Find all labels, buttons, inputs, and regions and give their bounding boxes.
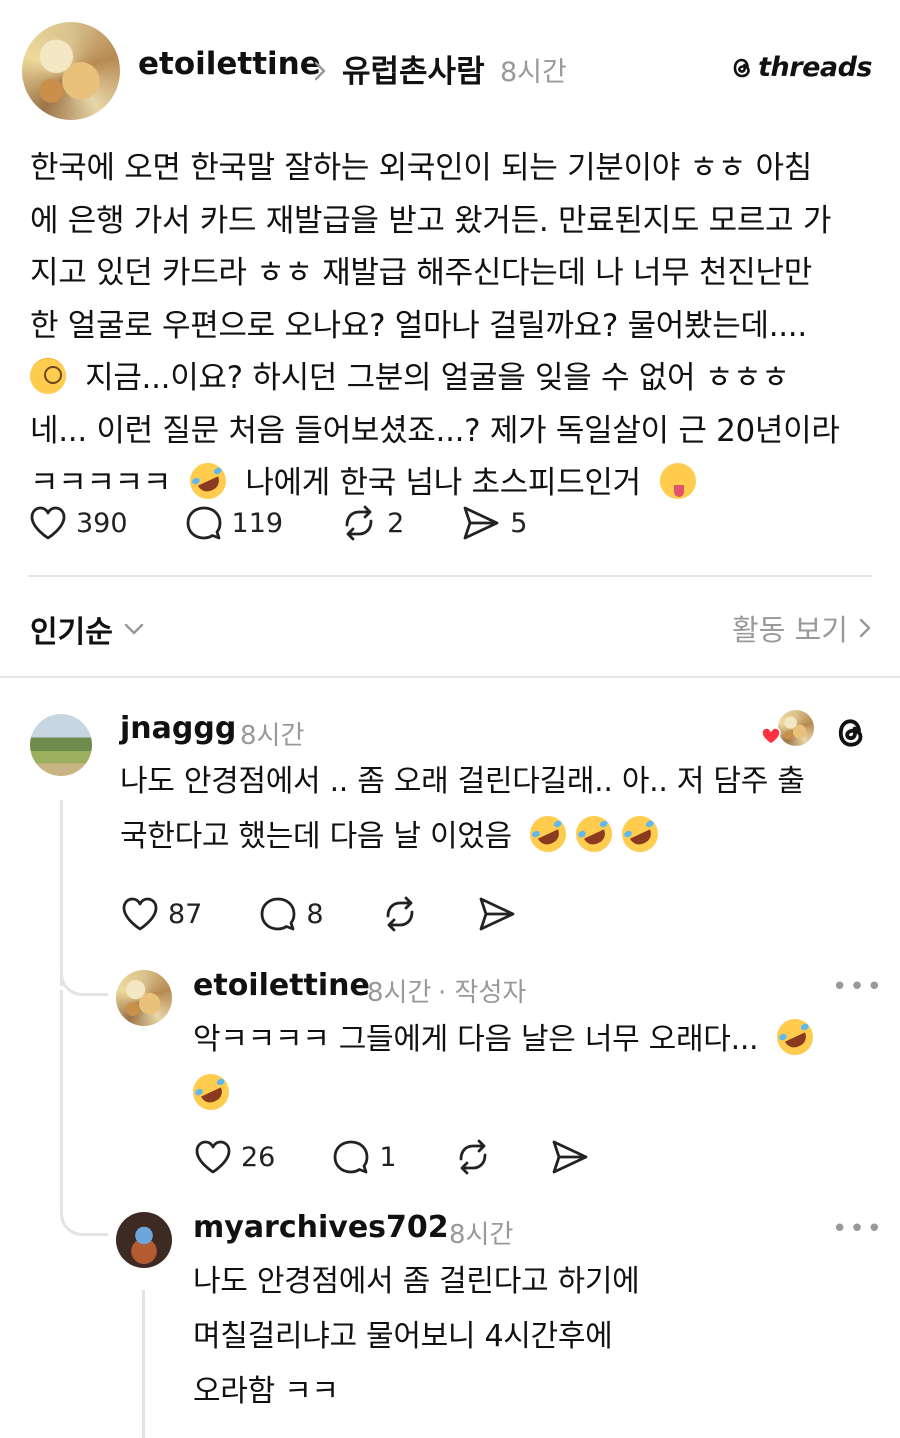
thread-curve <box>60 1200 108 1236</box>
like-count: 390 <box>76 507 128 539</box>
comment-time: 8시간 <box>449 1220 514 1250</box>
repost-button[interactable] <box>380 894 420 934</box>
comment-avatar[interactable] <box>116 970 172 1026</box>
monocle-face-emoji-icon <box>30 358 66 394</box>
comment-line-with-emoji: 국한다고 했는데 다음 날 이었음 <box>120 809 880 864</box>
rofl-emoji-icon <box>524 810 573 858</box>
post-time: 8시간 <box>500 57 567 88</box>
post-body: 한국에 오면 한국말 잘하는 외국인이 되는 기분이야 ㅎㅎ 아침 에 은행 가… <box>30 142 880 510</box>
chevron-right-icon <box>859 618 871 638</box>
divider <box>0 676 900 678</box>
send-icon <box>552 1140 587 1174</box>
comment-line-with-emoji: 악ㅋㅋㅋㅋ 그들에게 다음 날은 너무 오래다... <box>193 1012 873 1067</box>
comment-line: 나도 안경점에서 .. 좀 오래 걸린다길래.. 아.. 저 담주 출 <box>120 764 805 799</box>
comment-author[interactable]: jnaggg <box>120 711 236 746</box>
comment-button[interactable]: 8 <box>258 894 324 934</box>
heart-filled-icon <box>761 727 781 745</box>
threads-logo[interactable]: threads <box>730 52 872 83</box>
sort-dropdown[interactable]: 인기순 <box>30 607 145 651</box>
send-icon <box>463 506 499 540</box>
heart-icon <box>195 1140 231 1174</box>
comment-icon <box>186 506 221 540</box>
like-button[interactable]: 26 <box>193 1138 275 1176</box>
comment-avatar[interactable] <box>30 714 92 776</box>
comment-count: 8 <box>306 898 324 930</box>
threads-icon <box>733 58 750 77</box>
rofl-emoji-icon <box>570 810 619 858</box>
chevron-right-icon <box>314 61 326 81</box>
thread-curve <box>60 960 108 996</box>
heart-icon <box>122 897 158 931</box>
comment-line: 오라함 ㅋㅋ <box>193 1374 339 1409</box>
post-line: 네... 이런 질문 처음 들어보셨죠...? 제가 독일살이 근 20년이라 <box>30 412 840 449</box>
zany-face-emoji-icon <box>659 463 696 499</box>
like-count: 87 <box>168 898 203 930</box>
comment-count: 1 <box>379 1141 397 1173</box>
share-button[interactable]: 5 <box>460 503 527 543</box>
comment-actions: 87 8 <box>120 894 518 934</box>
sort-label: 인기순 <box>30 615 113 650</box>
reply-to-name[interactable]: 유럽촌사람 <box>342 46 485 91</box>
comment-actions: 26 1 <box>193 1137 591 1177</box>
post-line-with-emoji: ㅋㅋㅋㅋㅋ 나에게 한국 넘나 초스피드인거 <box>30 457 880 510</box>
share-button[interactable] <box>476 894 518 934</box>
comment-line: 나도 안경점에서 좀 걸린다고 하기에 <box>193 1264 640 1299</box>
comment-body: 나도 안경점에서 좀 걸린다고 하기에 며칠걸리냐고 물어보니 4시간후에 오라… <box>193 1254 873 1419</box>
author-mini-avatar <box>778 710 814 746</box>
more-options-icon[interactable]: ••• <box>832 1214 884 1244</box>
thread-line <box>142 1290 145 1438</box>
repost-icon <box>345 505 373 541</box>
author-name[interactable]: etoilettine <box>138 46 321 82</box>
like-button[interactable]: 390 <box>28 504 128 542</box>
share-button[interactable] <box>549 1137 591 1177</box>
comment-body: 나도 안경점에서 .. 좀 오래 걸린다길래.. 아.. 저 담주 출 국한다고… <box>120 754 880 864</box>
comment-button[interactable]: 1 <box>331 1137 397 1177</box>
post-line-with-emoji: 지금...이요? 하시던 그분의 얼굴을 잊을 수 없어 ㅎㅎㅎ <box>30 352 880 405</box>
more-options-icon[interactable]: ••• <box>832 972 884 1002</box>
post-line: 한 얼굴로 우편으로 오나요? 얼마나 걸릴까요? 물어봤는데.... <box>30 307 807 344</box>
comment-icon <box>333 1140 369 1174</box>
post-actions: 390 119 2 5 <box>28 503 527 543</box>
comment-time: 8시간 <box>367 978 432 1008</box>
repost-count: 2 <box>387 507 405 539</box>
post-line: 에 은행 가서 카드 재발급을 받고 왔거든. 만료된지도 모르고 가 <box>30 202 832 239</box>
comment-count: 119 <box>231 507 284 539</box>
divider <box>28 575 872 577</box>
chevron-down-icon <box>124 623 144 635</box>
comment-avatar[interactable] <box>116 1212 172 1268</box>
send-icon <box>479 897 514 931</box>
heart-icon <box>30 506 66 540</box>
like-count: 26 <box>241 1141 276 1173</box>
comment-button[interactable]: 119 <box>184 503 284 543</box>
liked-by-author-badge <box>760 710 816 750</box>
comment-line: 며칠걸리냐고 물어보니 4시간후에 <box>193 1319 613 1354</box>
post-line: 한국에 오면 한국말 잘하는 외국인이 되는 기분이야 ㅎㅎ 아침 <box>30 150 812 186</box>
rofl-emoji-icon <box>616 810 665 858</box>
rofl-emoji-icon <box>187 1068 235 1116</box>
activity-label: 활동 보기 <box>732 613 848 647</box>
thread-line <box>60 800 63 986</box>
comment-author[interactable]: etoilettine <box>193 968 370 1003</box>
view-activity-link[interactable]: 활동 보기 <box>732 607 872 649</box>
repost-icon <box>386 896 413 932</box>
repost-button[interactable] <box>453 1137 493 1177</box>
author-avatar[interactable] <box>22 22 120 120</box>
like-button[interactable]: 87 <box>120 895 202 933</box>
share-count: 5 <box>510 507 528 539</box>
rofl-emoji-icon <box>770 1013 819 1061</box>
rofl-emoji-icon <box>184 457 233 505</box>
post-line: 지고 있던 카드라 ㅎㅎ 재발급 해주신다는데 나 너무 천진난만 <box>30 255 812 291</box>
comment-time: 8시간 <box>240 721 305 751</box>
comment-author[interactable]: myarchives702 <box>193 1210 449 1245</box>
threads-wordmark: threads <box>758 52 872 83</box>
comment-line-with-emoji <box>187 1067 873 1122</box>
repost-icon <box>459 1139 486 1175</box>
thread-line <box>60 990 63 1202</box>
threads-icon[interactable] <box>832 714 870 752</box>
repost-button[interactable]: 2 <box>339 503 404 543</box>
author-tag: · 작성자 <box>438 978 527 1008</box>
comment-icon <box>260 897 296 931</box>
comment-body: 악ㅋㅋㅋㅋ 그들에게 다음 날은 너무 오래다... <box>187 1012 873 1122</box>
